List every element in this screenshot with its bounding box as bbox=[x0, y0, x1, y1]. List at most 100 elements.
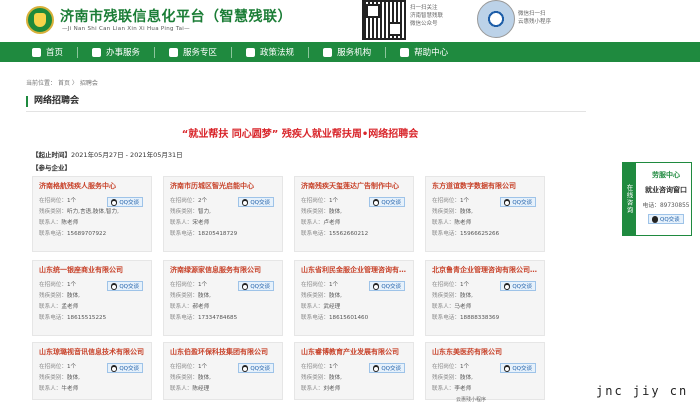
qq-chat-button[interactable]: QQ交谈 bbox=[369, 197, 405, 207]
nav-item-zone[interactable]: 服务专区 bbox=[155, 42, 231, 62]
nav-label: 办事服务 bbox=[106, 48, 141, 58]
qr2-line: 微信扫一扫 bbox=[518, 11, 546, 17]
disability-value: 肢体, bbox=[66, 293, 80, 299]
disability-label: 残疾类别： bbox=[39, 375, 67, 381]
disability-label: 残疾类别： bbox=[301, 375, 329, 381]
qq-icon bbox=[373, 364, 380, 372]
site-title[interactable]: 济南市残联信息化平台（智慧残联） bbox=[60, 6, 292, 26]
qq-chat-button[interactable]: QQ交谈 bbox=[107, 281, 143, 291]
company-name[interactable]: 山东东美医药有限公司 bbox=[432, 347, 538, 357]
company-name[interactable]: 山东伯盈环保科技集团有限公司 bbox=[170, 347, 276, 357]
contact-row: 联系人：李老师 bbox=[432, 384, 538, 395]
contact-row: 联系人：宋老师 bbox=[170, 218, 276, 229]
online-consult-tab[interactable]: 在线咨询 bbox=[622, 162, 636, 236]
contact-row: 联系人：刘老师 bbox=[301, 384, 407, 395]
disability-label: 残疾类别： bbox=[432, 209, 460, 215]
disability-row: 残疾类别：肢体, bbox=[170, 291, 276, 302]
service-icon bbox=[92, 47, 102, 57]
phone-label: 联系电话： bbox=[301, 315, 329, 321]
qq-label: QQ交谈 bbox=[381, 200, 401, 206]
qq-icon bbox=[373, 282, 380, 290]
company-name[interactable]: 济南残疾天玺莲达广告制作中心 bbox=[301, 181, 407, 191]
qq-chat-button[interactable]: QQ交谈 bbox=[369, 281, 405, 291]
qq-chat-button[interactable]: QQ交谈 bbox=[500, 281, 536, 291]
nav-item-home[interactable]: 首页 bbox=[18, 42, 77, 62]
disability-label: 残疾类别： bbox=[39, 209, 67, 215]
nav-item-services[interactable]: 办事服务 bbox=[78, 42, 154, 62]
positions-value: 1个 bbox=[328, 364, 339, 370]
phone-label: 联系电话： bbox=[39, 315, 67, 321]
miniprogram-qr-code bbox=[477, 0, 515, 38]
qq-label: QQ交谈 bbox=[250, 200, 270, 206]
contact-label: 联系人： bbox=[39, 386, 62, 392]
disability-row: 残疾类别：听力,言语,肢体,智力, bbox=[39, 207, 145, 218]
phone-value: 18888338369 bbox=[459, 315, 500, 321]
phone-value: 18615515225 bbox=[66, 315, 107, 321]
company-card: 北京鲁青企业管理咨询有限公司济南分公司在招岗位：1个残疾类别：肢体,联系人：马老… bbox=[425, 260, 545, 336]
contact-value: 刘老师 bbox=[323, 386, 341, 392]
disability-label: 残疾类别： bbox=[170, 375, 198, 381]
company-name[interactable]: 山东统一银座商业有限公司 bbox=[39, 265, 145, 275]
contact-value: 陈老师 bbox=[454, 220, 472, 226]
bottom-caption: 云惠残小程序 bbox=[456, 397, 487, 403]
company-name[interactable]: 山东睿博教育产业发展有限公司 bbox=[301, 347, 407, 357]
nav-item-help[interactable]: 帮助中心 bbox=[386, 42, 462, 62]
qq-chat-button[interactable]: QQ交谈 bbox=[500, 363, 536, 373]
breadcrumb-prefix: 当前位置： bbox=[26, 80, 57, 87]
disability-label: 残疾类别： bbox=[170, 293, 198, 299]
contact-row: 联系人：牛老师 bbox=[39, 384, 145, 395]
phone-label: 联系电话： bbox=[301, 231, 329, 237]
positions-label: 在招岗位： bbox=[170, 198, 198, 204]
company-name[interactable]: 济南市历城区智光启能中心 bbox=[170, 181, 276, 191]
qq-label: QQ交谈 bbox=[512, 366, 532, 372]
qq-chat-button[interactable]: QQ交谈 bbox=[500, 197, 536, 207]
site-subtitle: —Ji Nan Shi Can Lian Xin Xi Hua Ping Tai… bbox=[62, 26, 190, 32]
qq-label: QQ交谈 bbox=[250, 284, 270, 290]
qr1-line: 济南智慧残联 bbox=[410, 13, 444, 19]
wechat-qr-code bbox=[362, 0, 406, 40]
contact-row: 联系人：郝老师 bbox=[170, 302, 276, 313]
site-title-suffix: （智慧残联） bbox=[205, 9, 292, 25]
company-name[interactable]: 山东省利民金服企业管理咨询有限公司 bbox=[301, 265, 407, 275]
breadcrumb-home-link[interactable]: 首页 bbox=[58, 80, 70, 87]
qq-chat-button[interactable]: QQ交谈 bbox=[238, 281, 274, 291]
nav-item-policy[interactable]: 政策法规 bbox=[232, 42, 308, 62]
company-name[interactable]: 东方道谊数字数据有限公司 bbox=[432, 181, 538, 191]
disability-row: 残疾类别：肢体, bbox=[301, 373, 407, 384]
consult-qq-button[interactable]: QQ交谈 bbox=[648, 214, 684, 224]
phone-label: 联系电话： bbox=[432, 315, 460, 321]
disability-label: 残疾类别： bbox=[301, 293, 329, 299]
contact-label: 联系人： bbox=[432, 386, 455, 392]
contact-label: 联系人： bbox=[170, 386, 193, 392]
nav-item-orgs[interactable]: 服务机构 bbox=[309, 42, 385, 62]
logo-icon[interactable] bbox=[26, 6, 54, 34]
contact-row: 联系人：陈老师 bbox=[432, 218, 538, 229]
disability-row: 残疾类别：肢体, bbox=[39, 373, 145, 384]
disability-row: 残疾类别：肢体, bbox=[301, 291, 407, 302]
qq-chat-button[interactable]: QQ交谈 bbox=[369, 363, 405, 373]
disability-label: 残疾类别： bbox=[170, 209, 198, 215]
company-name[interactable]: 济南格航残疾人服务中心 bbox=[39, 181, 145, 191]
disability-label: 残疾类别： bbox=[301, 209, 329, 215]
qq-chat-button[interactable]: QQ交谈 bbox=[238, 197, 274, 207]
qq-icon bbox=[652, 215, 658, 223]
qq-chat-button[interactable]: QQ交谈 bbox=[238, 363, 274, 373]
contact-label: 联系人： bbox=[170, 220, 193, 226]
company-card: 济南市历城区智光启能中心 在招岗位：2个 残疾类别：智力, 联系人：宋老师 联系电话：1… bbox=[163, 176, 283, 252]
disability-row: 残疾类别：肢体, bbox=[432, 291, 538, 302]
positions-value: 1个 bbox=[66, 198, 77, 204]
positions-label: 在招岗位： bbox=[301, 198, 329, 204]
company-name[interactable]: 山东琼璐视音讯信息技术有限公司 bbox=[39, 347, 145, 357]
consult-panel-subtitle: 就业咨询窗口 bbox=[645, 186, 687, 194]
qq-chat-button[interactable]: QQ交谈 bbox=[107, 363, 143, 373]
qq-chat-button[interactable]: QQ交谈 bbox=[107, 197, 143, 207]
positions-value: 1个 bbox=[459, 282, 470, 288]
contact-row: 联系人：孟老师 bbox=[39, 302, 145, 313]
company-name[interactable]: 北京鲁青企业管理咨询有限公司济南分公司 bbox=[432, 265, 538, 275]
qq-icon bbox=[111, 282, 118, 290]
disability-value: 肢体, bbox=[66, 375, 80, 381]
nav-label: 服务专区 bbox=[183, 48, 218, 58]
positions-label: 在招岗位： bbox=[39, 198, 67, 204]
company-name[interactable]: 济南绿源家信息服务有限公司 bbox=[170, 265, 276, 275]
positions-value: 1个 bbox=[459, 198, 470, 204]
